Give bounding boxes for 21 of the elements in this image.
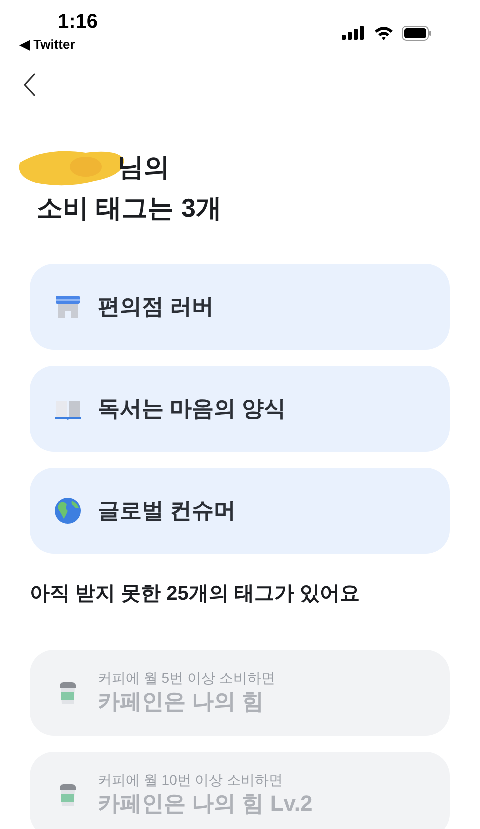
tag-card[interactable]: 편의점 러버 bbox=[30, 264, 450, 350]
store-icon bbox=[54, 293, 82, 321]
title-text: 소비 태그는 3개 bbox=[37, 192, 222, 225]
tag-label: 카페인은 나의 힘 bbox=[98, 688, 266, 716]
tag-label: 독서는 마음의 양식 bbox=[98, 395, 286, 423]
title-text: 님의 bbox=[118, 151, 170, 183]
tag-card[interactable]: 글로벌 컨슈머 bbox=[30, 468, 450, 554]
signal-icon bbox=[342, 26, 366, 40]
tag-condition: 커피에 월 10번 이상 소비하면 bbox=[98, 771, 284, 789]
back-icon bbox=[23, 72, 37, 98]
section-heading: 아직 받지 못한 25개의 태그가 있어요 bbox=[30, 582, 362, 607]
tag-label: 편의점 러버 bbox=[98, 293, 214, 321]
tag-label: 카페인은 나의 힘 Lv.2 bbox=[98, 790, 313, 818]
back-to-app-link[interactable]: ◀ Twitter bbox=[20, 36, 76, 54]
battery-icon bbox=[402, 26, 432, 40]
wifi-icon bbox=[374, 26, 394, 40]
globe-icon bbox=[54, 497, 82, 525]
status-time: 1:16 bbox=[58, 10, 98, 34]
tag-condition: 커피에 월 5번 이상 소비하면 bbox=[98, 669, 276, 687]
tag-card[interactable]: 독서는 마음의 양식 bbox=[30, 366, 450, 452]
tag-label: 글로벌 컨슈머 bbox=[98, 497, 236, 525]
